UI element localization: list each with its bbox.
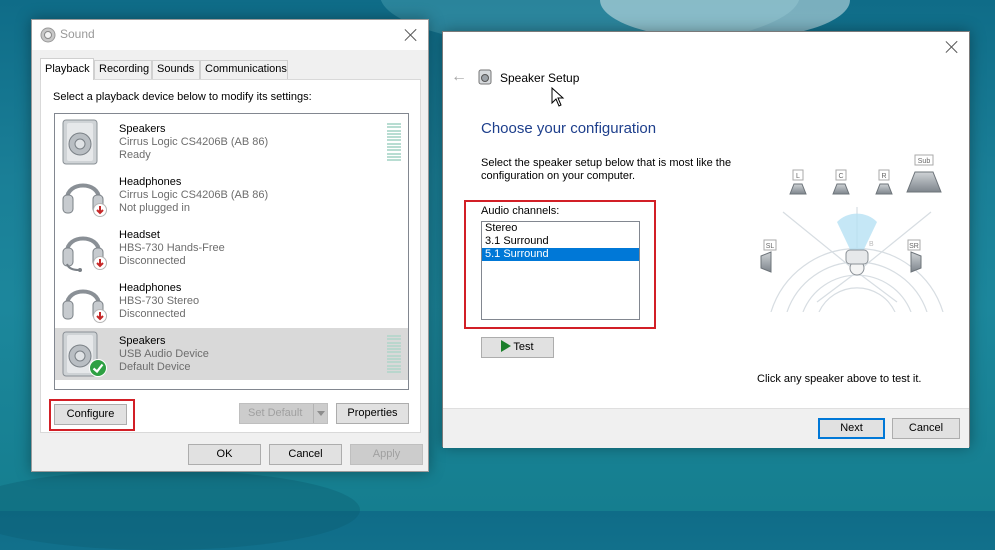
device-status: Default Device bbox=[119, 361, 191, 373]
device-name: Speakers bbox=[119, 123, 166, 135]
wallpaper-wave bbox=[0, 470, 360, 550]
speaker-setup-window: ← Speaker Setup Choose your configuratio… bbox=[442, 31, 970, 448]
next-button[interactable]: Next bbox=[818, 418, 885, 439]
volume-meter bbox=[387, 335, 401, 375]
cancel-button[interactable]: Cancel bbox=[269, 444, 342, 465]
tab-recording[interactable]: Recording bbox=[94, 60, 152, 79]
device-status: Disconnected bbox=[119, 255, 186, 267]
device-item[interactable]: Speakers Cirrus Logic CS4206B (AB 86) Re… bbox=[55, 116, 408, 168]
speaker-label-R: R bbox=[881, 173, 886, 180]
device-detail: HBS-730 Stereo bbox=[119, 295, 200, 307]
device-detail: Cirrus Logic CS4206B (AB 86) bbox=[119, 136, 269, 148]
test-button[interactable]: Test bbox=[481, 337, 554, 358]
set-default-button[interactable]: Set Default bbox=[239, 403, 328, 424]
speaker-center[interactable]: C bbox=[832, 169, 850, 195]
device-detail: USB Audio Device bbox=[119, 348, 209, 360]
speaker-setup-footer: Next Cancel bbox=[443, 408, 969, 448]
apply-button[interactable]: Apply bbox=[350, 444, 423, 465]
speaker-layout-diagram[interactable]: B L C R Sub SL SR bbox=[757, 152, 957, 312]
default-check-icon bbox=[89, 359, 107, 377]
tab-playback[interactable]: Playback bbox=[40, 58, 94, 80]
tab-sounds[interactable]: Sounds bbox=[152, 60, 200, 79]
playback-device-list[interactable]: Speakers Cirrus Logic CS4206B (AB 86) Re… bbox=[54, 113, 409, 390]
device-name: Headset bbox=[119, 229, 160, 241]
sound-close-icon[interactable] bbox=[404, 28, 418, 42]
set-default-label: Set Default bbox=[248, 407, 303, 419]
device-detail: HBS-730 Hands-Free bbox=[119, 242, 225, 254]
speaker-test-hint: Click any speaker above to test it. bbox=[757, 373, 922, 385]
device-item[interactable]: Headphones Cirrus Logic CS4206B (AB 86) … bbox=[55, 169, 408, 221]
back-arrow-icon[interactable]: ← bbox=[451, 69, 467, 85]
speaker-label-C: C bbox=[838, 173, 843, 180]
sound-dialog: Sound Playback Recording Sounds Communic… bbox=[31, 19, 429, 472]
speaker-surround-right[interactable]: SR bbox=[907, 239, 922, 273]
speaker-label-B: B bbox=[869, 241, 874, 248]
sound-title: Sound bbox=[60, 27, 95, 41]
playback-panel: Select a playback device below to modify… bbox=[40, 79, 421, 433]
mouse-cursor-icon bbox=[551, 87, 565, 107]
unplugged-badge-icon bbox=[93, 203, 107, 217]
device-name: Speakers bbox=[119, 335, 166, 347]
sound-app-icon bbox=[40, 27, 56, 43]
speaker-setup-title: Speaker Setup bbox=[500, 71, 580, 85]
test-label: Test bbox=[513, 341, 534, 353]
disconnected-badge-icon bbox=[93, 256, 107, 270]
speaker-front-left[interactable]: L bbox=[789, 169, 807, 195]
chevron-down-icon[interactable] bbox=[313, 404, 327, 423]
speaker-setup-app-icon bbox=[478, 69, 492, 85]
speaker-subwoofer[interactable]: Sub bbox=[906, 154, 942, 193]
speaker-label-L: L bbox=[796, 173, 800, 180]
device-status: Disconnected bbox=[119, 308, 186, 320]
speaker-label-SR: SR bbox=[909, 243, 919, 250]
device-status: Not plugged in bbox=[119, 202, 190, 214]
configure-highlight-box bbox=[49, 399, 135, 431]
playback-instruction: Select a playback device below to modify… bbox=[53, 91, 312, 103]
device-item[interactable]: Headphones HBS-730 Stereo Disconnected bbox=[55, 275, 408, 327]
device-status: Ready bbox=[119, 149, 151, 161]
speaker-label-sub: Sub bbox=[918, 158, 931, 165]
device-item[interactable]: Headset HBS-730 Hands-Free Disconnected bbox=[55, 222, 408, 274]
page-heading: Choose your configuration bbox=[481, 120, 657, 137]
setup-description: Select the speaker setup below that is m… bbox=[481, 157, 732, 182]
cancel-button[interactable]: Cancel bbox=[892, 418, 960, 439]
listener-body bbox=[845, 249, 869, 265]
audio-channels-highlight-box bbox=[464, 200, 656, 329]
device-name: Headphones bbox=[119, 176, 182, 188]
sound-title-bar: Sound bbox=[32, 20, 428, 50]
properties-button[interactable]: Properties bbox=[336, 403, 409, 424]
play-icon bbox=[501, 340, 512, 352]
tab-communications[interactable]: Communications bbox=[200, 60, 288, 79]
speaker-setup-close-icon[interactable] bbox=[945, 40, 959, 54]
speaker-surround-left[interactable]: SL bbox=[760, 239, 777, 273]
speaker-label-SL: SL bbox=[766, 243, 775, 250]
device-name: Headphones bbox=[119, 282, 182, 294]
device-detail: Cirrus Logic CS4206B (AB 86) bbox=[119, 189, 269, 201]
disconnected-badge-icon bbox=[93, 309, 107, 323]
ok-button[interactable]: OK bbox=[188, 444, 261, 465]
speaker-front-right[interactable]: R bbox=[875, 169, 893, 195]
volume-meter bbox=[387, 123, 401, 163]
speaker-icon bbox=[62, 119, 98, 165]
device-item[interactable]: Speakers USB Audio Device Default Device bbox=[55, 328, 408, 380]
